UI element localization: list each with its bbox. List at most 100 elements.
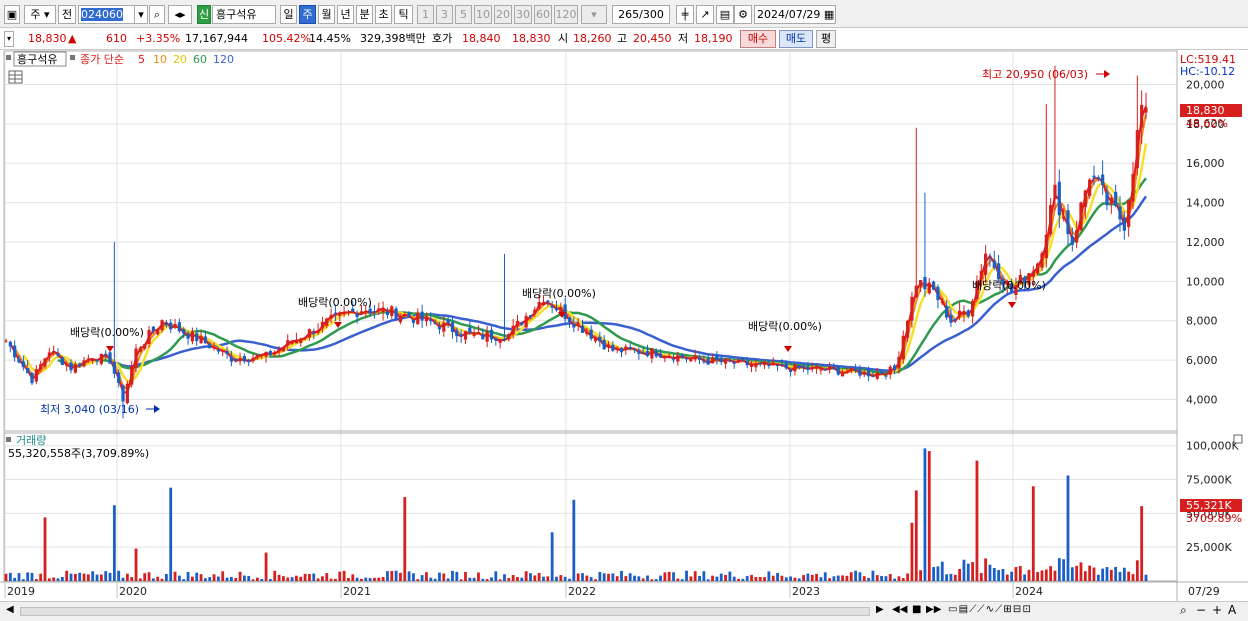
candle-body	[346, 312, 351, 314]
font-size-icon[interactable]: A	[1228, 603, 1236, 617]
candle-body	[359, 311, 364, 314]
volume-bar	[403, 497, 407, 581]
candle-body	[741, 359, 745, 361]
volume-bar	[1053, 570, 1057, 581]
volume-tick-label: 75,000K	[1186, 474, 1232, 487]
chart-area[interactable]: 4,000 6,000 8,000 10,000 12,000 14,000 16,000 1…	[0, 50, 1248, 601]
volume-bar	[940, 561, 944, 581]
volume-bar	[555, 576, 558, 581]
rewind-icon[interactable]: ◀◀	[892, 604, 907, 615]
stop-icon[interactable]: ■	[912, 604, 921, 615]
candle-style-icon[interactable]: ╪	[676, 5, 694, 24]
search-icon[interactable]: ⌕	[149, 5, 165, 24]
interval-3[interactable]: 3	[436, 5, 453, 24]
volume-bar	[520, 577, 524, 581]
candle-body	[962, 312, 966, 315]
interval-60[interactable]: 60	[534, 5, 552, 24]
zoom-icon[interactable]: ⌕	[1180, 603, 1187, 618]
candle-body	[43, 358, 47, 367]
zoom-out-icon[interactable]: −	[1196, 603, 1206, 617]
volume-bar	[243, 575, 246, 581]
volume-bar	[611, 573, 615, 581]
candle-body	[502, 338, 507, 341]
tab-second[interactable]: 초	[375, 5, 392, 24]
speaker-icon[interactable]: ◂▸	[168, 5, 192, 24]
quote-low-label: 저	[678, 32, 689, 45]
flat-button[interactable]: 평	[816, 30, 836, 48]
candle-body	[1075, 230, 1079, 243]
candle-body	[307, 329, 312, 338]
tab-year[interactable]: 년	[337, 5, 354, 24]
tab-day[interactable]: 일	[280, 5, 297, 24]
interval-30[interactable]: 30	[514, 5, 532, 24]
scrollbar-track[interactable]	[20, 607, 870, 616]
volume-bar	[559, 575, 563, 581]
candle-body	[507, 334, 511, 340]
volume-bar	[464, 572, 467, 581]
zoom-in-icon[interactable]: +	[1212, 603, 1222, 617]
tab-month[interactable]: 월	[318, 5, 335, 24]
tab-minute[interactable]: 분	[356, 5, 373, 24]
volume-bar	[199, 574, 203, 581]
volume-bar	[984, 558, 988, 581]
candle-body	[840, 372, 845, 377]
volume-bar	[689, 576, 693, 581]
volume-bar	[1109, 569, 1113, 581]
quote-bid-label: 호가	[432, 32, 453, 45]
buy-button[interactable]: 매수	[740, 30, 776, 48]
volume-bar	[17, 573, 21, 581]
tab-tick[interactable]: 틱	[394, 5, 413, 24]
scroll-left-icon[interactable]: ◀	[6, 604, 14, 615]
count-field[interactable]: 265/300	[612, 5, 670, 24]
code-dropdown-icon[interactable]: ▾	[134, 5, 148, 24]
volume-bar	[138, 578, 142, 581]
candle-body	[945, 305, 949, 318]
volume-bar	[858, 572, 862, 581]
dividend-label-1: 배당락(0.00%)	[70, 326, 144, 339]
quote-toggle-icon[interactable]: ▾	[4, 31, 14, 47]
tab-week[interactable]: 주	[299, 5, 316, 24]
candle-body	[598, 336, 602, 342]
scroll-right-icon[interactable]: ▶	[876, 604, 884, 615]
volume-bar	[979, 573, 983, 581]
candle-body	[173, 324, 177, 327]
candle-body	[1140, 104, 1144, 128]
volume-bar	[399, 572, 402, 581]
chart-tools-icons[interactable]: ▭ ▤ ⟋ ⟋ ∿ ⟋ ⊞ ⊟ ⊡	[948, 604, 1031, 615]
calendar-icon[interactable]: ▦	[824, 8, 834, 21]
interval-10[interactable]: 10	[474, 5, 492, 24]
candle-body	[723, 358, 728, 364]
volume-bar	[1101, 568, 1105, 581]
candle-body	[112, 361, 116, 374]
volume-panel-close-icon[interactable]	[1233, 434, 1243, 444]
candle-body	[199, 336, 203, 344]
period-select[interactable]: 주 ▾	[24, 5, 56, 24]
line-style-icon[interactable]: ↗	[696, 5, 714, 24]
interval-5[interactable]: 5	[455, 5, 472, 24]
interval-1[interactable]: 1	[417, 5, 434, 24]
forward-icon[interactable]: ▶▶	[926, 604, 941, 615]
candle-body	[1044, 234, 1048, 259]
candle-body	[1057, 181, 1061, 216]
interval-20[interactable]: 20	[494, 5, 512, 24]
gear-icon[interactable]: ⚙	[734, 5, 752, 24]
interval-dropdown-icon[interactable]: ▾	[581, 5, 607, 24]
time-tick-label: 2022	[568, 585, 596, 598]
up-arrow-icon: ▲	[68, 32, 77, 45]
date-field[interactable]: 2024/07/29 ▦	[754, 5, 836, 24]
stock-code-input[interactable]: 024060	[78, 5, 136, 24]
interval-120[interactable]: 120	[554, 5, 578, 24]
volume-bar	[711, 575, 714, 581]
volume-bar	[511, 575, 515, 581]
prev-button[interactable]: 전	[58, 5, 76, 24]
volume-bar	[910, 522, 914, 581]
stock-name-field[interactable]: 흥구석유	[212, 5, 276, 24]
volume-bar	[173, 571, 177, 581]
window-menu-icon[interactable]: ▣	[4, 5, 20, 24]
legend-ma120: 120	[213, 53, 234, 66]
sell-button[interactable]: 매도	[779, 30, 813, 48]
volume-bar	[845, 575, 849, 581]
candle-body	[260, 354, 264, 356]
save-icon[interactable]: ▤	[716, 5, 734, 24]
candle-body	[1109, 197, 1113, 205]
